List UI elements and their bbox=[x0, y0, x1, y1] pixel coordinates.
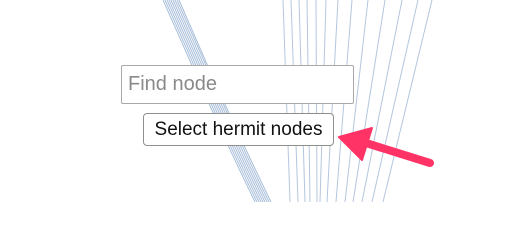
find-node-input[interactable] bbox=[121, 65, 354, 104]
graph-canvas[interactable]: Select hermit nodes bbox=[0, 0, 507, 202]
select-hermit-nodes-button[interactable]: Select hermit nodes bbox=[143, 113, 334, 146]
